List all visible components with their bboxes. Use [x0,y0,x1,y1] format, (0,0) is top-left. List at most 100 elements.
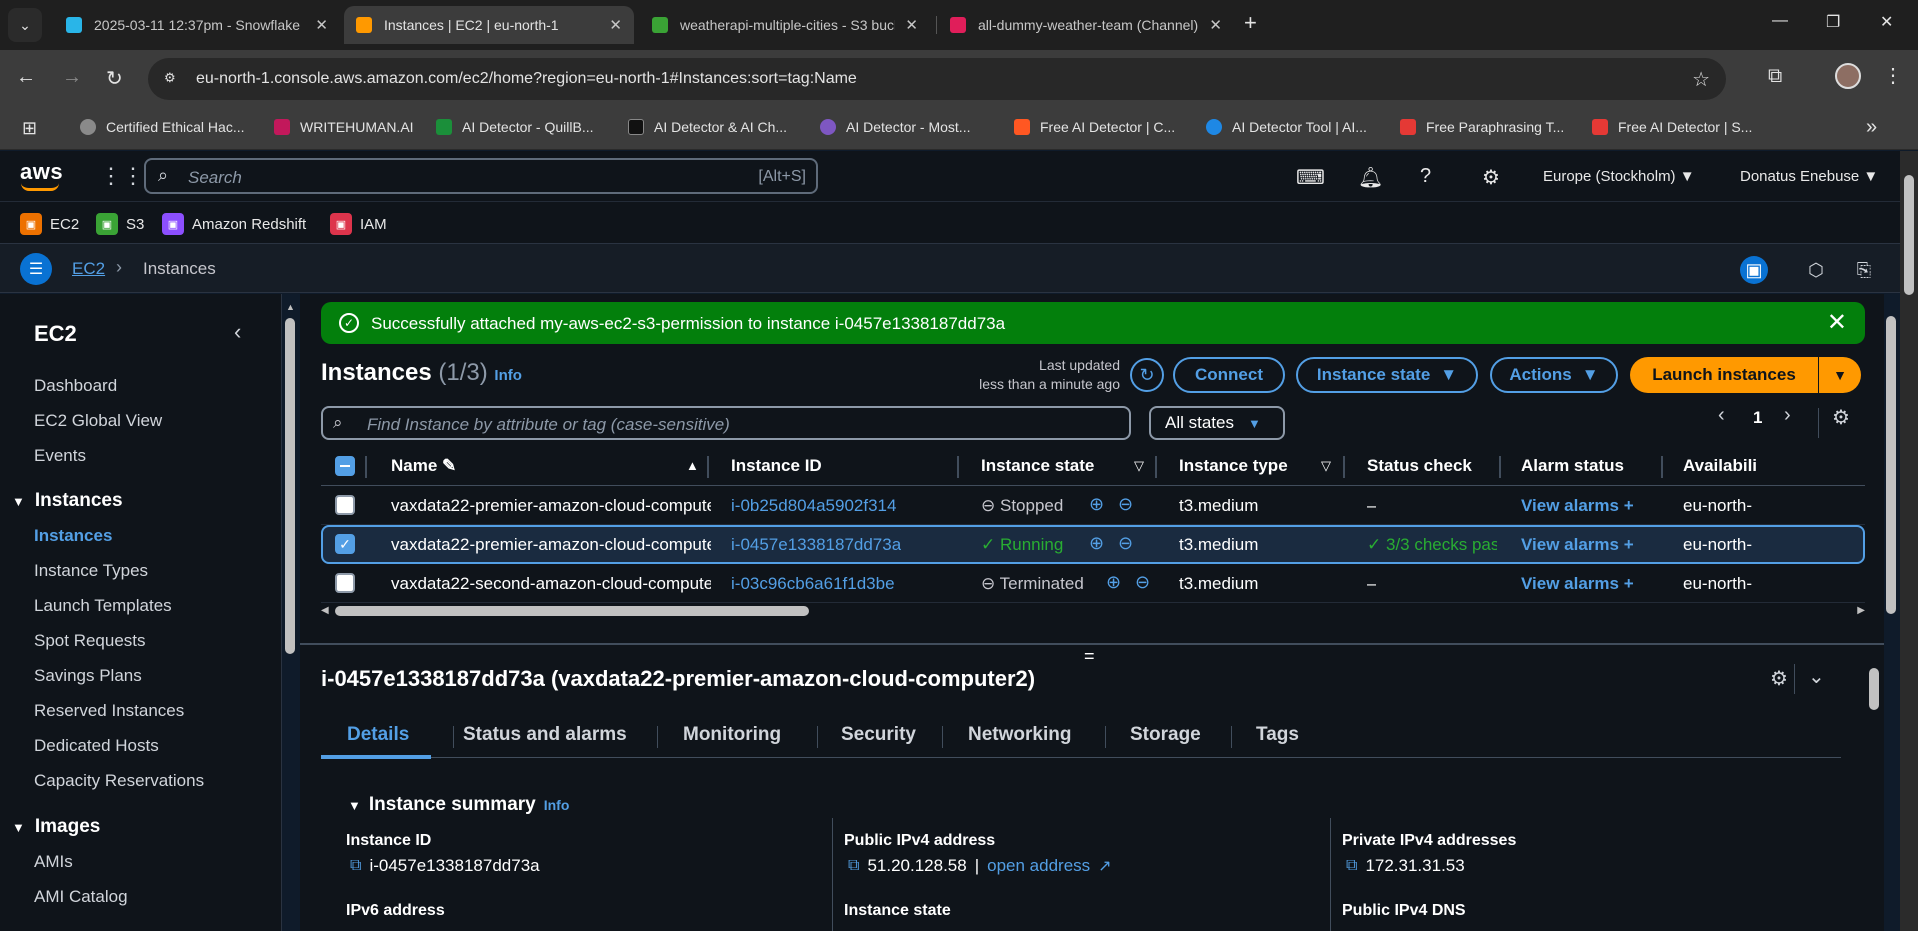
split-panel-icon[interactable]: ▣ [1740,256,1768,284]
page-scrollbar[interactable] [1900,151,1918,931]
tab-search-button[interactable]: ⌄ [8,8,42,42]
info-link[interactable]: Info [544,797,570,813]
launch-dropdown-button[interactable]: ▼ [1819,357,1861,393]
reload-icon[interactable]: ↻ [106,66,123,91]
forward-icon[interactable]: → [62,66,82,89]
bookmark-item[interactable]: Certified Ethical Hac... [80,119,245,135]
close-tab-icon[interactable]: ✕ [905,16,918,34]
instance-id-link[interactable]: i-0457e1338187dd73a [731,535,901,555]
open-address-link[interactable]: open address [987,856,1090,876]
zoom-in-icon[interactable]: ⊕ [1106,572,1121,593]
collapse-nav-icon[interactable]: ‹ [234,319,241,345]
row-checkbox-checked[interactable]: ✓ [335,534,355,554]
favorite-redshift[interactable]: ▣ Amazon Redshift [162,213,306,235]
table-row-selected[interactable]: ✓ vaxdata22-premier-amazon-cloud-compute… [321,525,1865,564]
scrollbar-thumb[interactable] [285,318,295,654]
shortcuts-icon[interactable]: ⬡ [1802,256,1830,284]
info-link[interactable]: Info [494,367,522,384]
tab-monitoring[interactable]: Monitoring [683,724,781,746]
column-header-instance-type[interactable]: Instance type [1179,456,1288,476]
back-icon[interactable]: ← [16,66,36,89]
filter-caret-icon[interactable]: ▽ [1321,458,1331,474]
select-all-checkbox[interactable] [335,456,355,476]
connect-button[interactable]: Connect [1173,357,1285,393]
table-horizontal-scrollbar[interactable]: ◀ ▶ [321,604,1865,618]
browser-menu-icon[interactable]: ⋮ [1883,63,1903,88]
instance-id-link[interactable]: i-03c96cb6a61f1d3be [731,574,895,594]
browser-tab-slack[interactable]: all-dummy-weather-team (Channel) - Slack… [938,6,1234,44]
sidebar-item-amis[interactable]: AMIs [34,852,73,872]
bookmark-item[interactable]: AI Detector - QuillB... [436,119,593,135]
region-selector[interactable]: Europe (Stockholm) ▼ [1543,168,1695,185]
launch-instances-button[interactable]: Launch instances [1630,357,1818,393]
tutorial-panel-icon[interactable]: ⎘ [1850,256,1878,284]
filter-caret-icon[interactable]: ▽ [1134,458,1144,474]
bookmark-item[interactable]: Free AI Detector | S... [1592,119,1752,135]
refresh-button[interactable]: ↻ [1130,358,1164,392]
content-scrollbar[interactable] [1884,300,1898,631]
tab-security[interactable]: Security [841,724,916,746]
sort-ascending-icon[interactable]: ▲ [686,458,699,473]
resize-handle-icon[interactable]: = [1084,646,1095,667]
browser-tab-s3[interactable]: weatherapi-multiple-cities - S3 bucket ✕ [640,6,930,44]
scrollbar-thumb[interactable] [1869,668,1879,710]
zoom-in-icon[interactable]: ⊕ [1089,533,1104,554]
detail-scrollbar[interactable] [1868,648,1880,931]
extensions-icon[interactable]: ⧉ [1768,65,1782,88]
scrollbar-thumb[interactable] [1886,316,1896,614]
sidebar-section-images[interactable]: ▼ Images [12,816,100,838]
next-page-icon[interactable]: › [1784,404,1791,427]
dismiss-flash-icon[interactable]: ✕ [1827,308,1847,337]
panel-settings-icon[interactable]: ⚙ [1770,666,1788,691]
favorite-s3[interactable]: ▣ S3 [96,213,144,235]
notifications-bell-icon[interactable]: 🔔︎ [1358,165,1383,190]
bookmark-item[interactable]: WRITEHUMAN.AI [274,119,414,135]
browser-tab-ec2[interactable]: Instances | EC2 | eu-north-1 ✕ [344,6,634,44]
sidebar-item-launch-templates[interactable]: Launch Templates [34,596,172,616]
row-checkbox[interactable] [335,495,355,515]
scrollbar-thumb[interactable] [1904,175,1914,295]
close-tab-icon[interactable]: ✕ [315,16,328,34]
breadcrumb-ec2-link[interactable]: EC2 [72,259,105,279]
url-text[interactable]: eu-north-1.console.aws.amazon.com/ec2/ho… [196,70,857,88]
page-number[interactable]: 1 [1753,408,1762,428]
instance-filter-input[interactable]: ⌕ Find Instance by attribute or tag (cas… [321,406,1131,440]
apps-grid-icon[interactable]: ⊞ [22,118,37,139]
split-panel-divider[interactable] [300,643,1884,645]
instance-summary-header[interactable]: ▼ Instance summary Info [348,794,569,816]
table-row[interactable]: vaxdata22-premier-amazon-cloud-computer … [321,486,1865,525]
cloudshell-icon[interactable]: ⌨ [1296,165,1325,190]
sidebar-item-ami-catalog[interactable]: AMI Catalog [34,887,128,907]
bookmark-item[interactable]: AI Detector - Most... [820,119,970,135]
new-tab-button[interactable]: + [1244,10,1257,36]
browser-tab-snowflake[interactable]: 2025-03-11 12:37pm - Snowflake ✕ [54,6,340,44]
zoom-out-icon[interactable]: ⊖ [1135,572,1150,593]
states-filter-select[interactable]: All states ▼ [1149,406,1285,440]
sidebar-item-instances[interactable]: Instances [34,526,112,546]
column-header-instance-id[interactable]: Instance ID [731,456,822,476]
sidebar-item-events[interactable]: Events [34,446,86,466]
view-alarms-link[interactable]: View alarms + [1521,496,1634,516]
help-icon[interactable]: ? [1420,165,1431,188]
bookmark-item[interactable]: AI Detector & AI Ch... [628,119,787,135]
instance-id-link[interactable]: i-0b25d804a5902f314 [731,496,896,516]
tab-status-and-alarms[interactable]: Status and alarms [463,724,627,746]
sidebar-item-global-view[interactable]: EC2 Global View [34,411,162,431]
tab-details[interactable]: Details [347,724,409,746]
copy-icon[interactable]: ⧉ [1346,857,1357,875]
scroll-right-icon[interactable]: ▶ [1857,605,1865,616]
sidenav-scrollbar[interactable]: ▲ [284,300,296,931]
sidebar-item-capacity-reservations[interactable]: Capacity Reservations [34,771,204,791]
sidebar-item-dashboard[interactable]: Dashboard [34,376,117,396]
restore-icon[interactable]: ❐ [1826,12,1840,32]
column-header-availability-zone[interactable]: Availabili [1683,456,1757,476]
sidebar-item-instance-types[interactable]: Instance Types [34,561,148,581]
tab-storage[interactable]: Storage [1130,724,1201,746]
sidebar-item-spot-requests[interactable]: Spot Requests [34,631,146,651]
sidebar-section-instances[interactable]: ▼ Instances [12,490,123,512]
zoom-out-icon[interactable]: ⊖ [1118,533,1133,554]
column-header-status-check[interactable]: Status check [1367,456,1472,476]
close-tab-icon[interactable]: ✕ [609,16,622,34]
chevron-down-icon[interactable]: ⌄ [1808,664,1825,689]
column-header-name[interactable]: Name ✎ [391,456,456,476]
